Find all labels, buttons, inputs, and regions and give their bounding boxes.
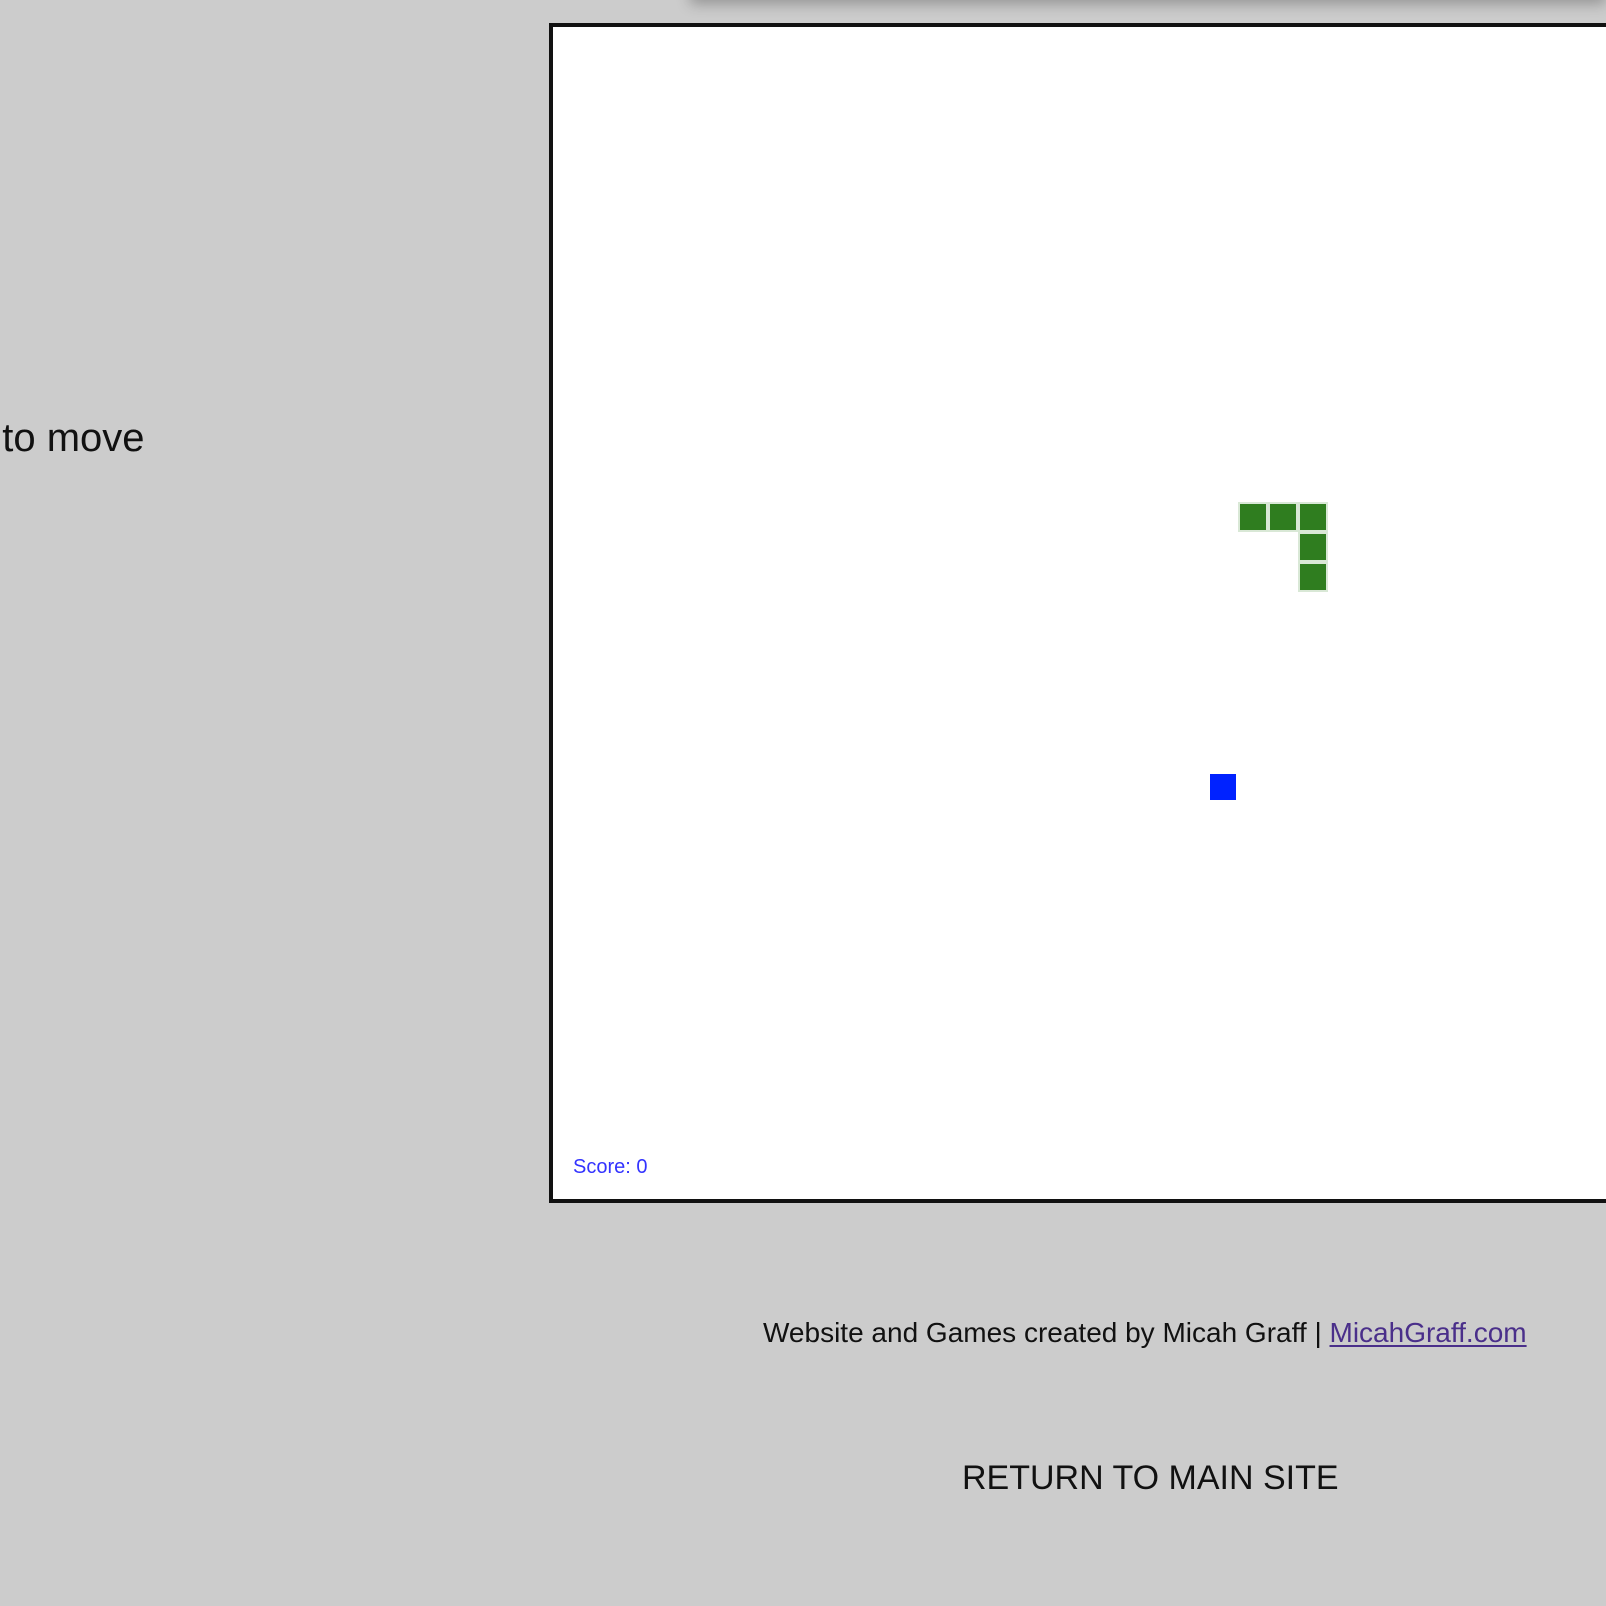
game-canvas[interactable]: Score: 0	[549, 23, 1606, 1203]
snake-segment	[1238, 502, 1268, 532]
return-main-site-link[interactable]: RETURN TO MAIN SITE	[962, 1458, 1339, 1498]
score-display: Score: 0	[573, 1155, 648, 1179]
snake-segment	[1298, 532, 1328, 562]
micahgraff-link[interactable]: MicahGraff.com	[1330, 1317, 1527, 1348]
site-credit: Website and Games created by Micah Graff…	[763, 1316, 1527, 1350]
credit-text: Website and Games created by Micah Graff…	[763, 1317, 1322, 1348]
food-pellet	[1208, 772, 1238, 802]
score-label: Score:	[573, 1156, 631, 1178]
instructions-text: . to move	[0, 416, 145, 460]
snake-segment	[1268, 502, 1298, 532]
snake-segment	[1298, 562, 1328, 592]
snake-segment	[1298, 502, 1328, 532]
score-value: 0	[636, 1156, 648, 1178]
snake-game-board	[553, 27, 1606, 1199]
